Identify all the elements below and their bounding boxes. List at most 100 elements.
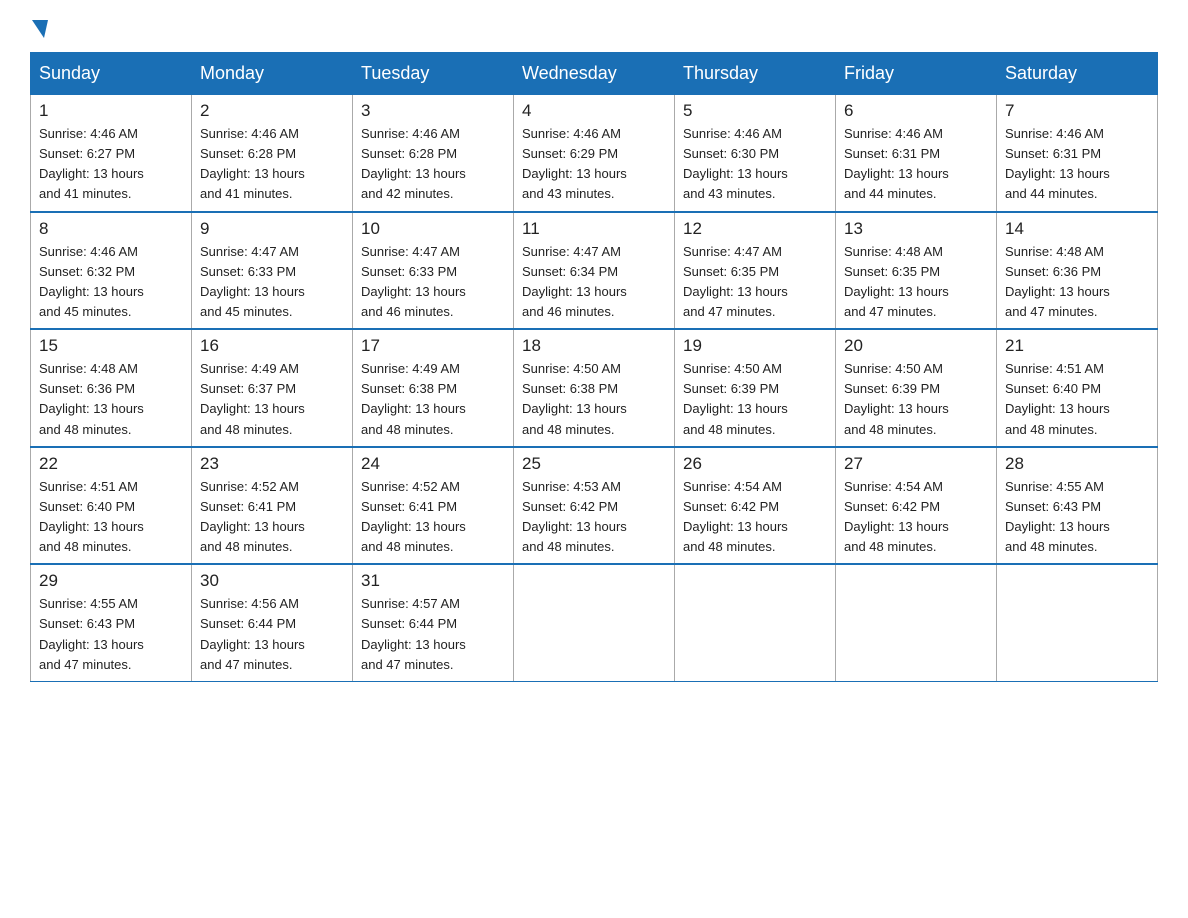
page-header [30,20,1158,34]
day-info: Sunrise: 4:56 AMSunset: 6:44 PMDaylight:… [200,594,344,675]
day-number: 25 [522,454,666,474]
calendar-cell: 22 Sunrise: 4:51 AMSunset: 6:40 PMDayligh… [31,447,192,565]
weekday-header-wednesday: Wednesday [514,53,675,95]
day-number: 31 [361,571,505,591]
day-number: 24 [361,454,505,474]
calendar-cell: 28Sunrise: 4:55 AMSunset: 6:43 PMDayligh… [997,447,1158,565]
calendar-cell: 9 Sunrise: 4:47 AMSunset: 6:33 PMDaylight… [192,212,353,330]
calendar-cell: 13 Sunrise: 4:48 AMSunset: 6:35 PMDayligh… [836,212,997,330]
day-info: Sunrise: 4:50 AMSunset: 6:38 PMDaylight:… [522,359,666,440]
day-info: Sunrise: 4:47 AMSunset: 6:33 PMDaylight:… [361,242,505,323]
day-info: Sunrise: 4:55 AMSunset: 6:43 PMDaylight:… [39,594,183,675]
day-number: 23 [200,454,344,474]
day-info: Sunrise: 4:46 AMSunset: 6:28 PMDaylight:… [200,124,344,205]
calendar-cell: 17Sunrise: 4:49 AMSunset: 6:38 PMDayligh… [353,329,514,447]
weekday-header-saturday: Saturday [997,53,1158,95]
day-info: Sunrise: 4:54 AMSunset: 6:42 PMDaylight:… [844,477,988,558]
day-number: 7 [1005,101,1149,121]
day-number: 29 [39,571,183,591]
day-info: Sunrise: 4:51 AMSunset: 6:40 PMDaylight:… [39,477,183,558]
day-info: Sunrise: 4:54 AMSunset: 6:42 PMDaylight:… [683,477,827,558]
calendar-cell: 7 Sunrise: 4:46 AMSunset: 6:31 PMDaylight… [997,95,1158,212]
day-info: Sunrise: 4:51 AMSunset: 6:40 PMDaylight:… [1005,359,1149,440]
calendar-cell: 12 Sunrise: 4:47 AMSunset: 6:35 PMDayligh… [675,212,836,330]
day-number: 18 [522,336,666,356]
calendar-cell: 14Sunrise: 4:48 AMSunset: 6:36 PMDayligh… [997,212,1158,330]
calendar-cell: 8 Sunrise: 4:46 AMSunset: 6:32 PMDaylight… [31,212,192,330]
weekday-header-sunday: Sunday [31,53,192,95]
calendar-cell [836,564,997,681]
calendar-table: SundayMondayTuesdayWednesdayThursdayFrid… [30,52,1158,682]
day-info: Sunrise: 4:48 AMSunset: 6:36 PMDaylight:… [1005,242,1149,323]
calendar-week-row: 8 Sunrise: 4:46 AMSunset: 6:32 PMDaylight… [31,212,1158,330]
calendar-cell: 19 Sunrise: 4:50 AMSunset: 6:39 PMDayligh… [675,329,836,447]
calendar-cell: 16 Sunrise: 4:49 AMSunset: 6:37 PMDayligh… [192,329,353,447]
day-number: 16 [200,336,344,356]
calendar-week-row: 22 Sunrise: 4:51 AMSunset: 6:40 PMDayligh… [31,447,1158,565]
calendar-week-row: 29 Sunrise: 4:55 AMSunset: 6:43 PMDayligh… [31,564,1158,681]
weekday-header-thursday: Thursday [675,53,836,95]
day-number: 6 [844,101,988,121]
day-number: 19 [683,336,827,356]
day-number: 28 [1005,454,1149,474]
day-info: Sunrise: 4:53 AMSunset: 6:42 PMDaylight:… [522,477,666,558]
day-number: 21 [1005,336,1149,356]
calendar-cell [997,564,1158,681]
day-number: 10 [361,219,505,239]
calendar-cell [675,564,836,681]
day-number: 2 [200,101,344,121]
day-info: Sunrise: 4:46 AMSunset: 6:32 PMDaylight:… [39,242,183,323]
calendar-cell: 3Sunrise: 4:46 AMSunset: 6:28 PMDaylight… [353,95,514,212]
calendar-header-row: SundayMondayTuesdayWednesdayThursdayFrid… [31,53,1158,95]
calendar-cell: 2 Sunrise: 4:46 AMSunset: 6:28 PMDaylight… [192,95,353,212]
day-number: 13 [844,219,988,239]
day-info: Sunrise: 4:48 AMSunset: 6:35 PMDaylight:… [844,242,988,323]
calendar-cell: 5 Sunrise: 4:46 AMSunset: 6:30 PMDaylight… [675,95,836,212]
day-number: 9 [200,219,344,239]
day-info: Sunrise: 4:49 AMSunset: 6:37 PMDaylight:… [200,359,344,440]
day-info: Sunrise: 4:50 AMSunset: 6:39 PMDaylight:… [683,359,827,440]
day-number: 17 [361,336,505,356]
calendar-cell: 10 Sunrise: 4:47 AMSunset: 6:33 PMDayligh… [353,212,514,330]
calendar-cell: 11Sunrise: 4:47 AMSunset: 6:34 PMDayligh… [514,212,675,330]
calendar-cell: 29 Sunrise: 4:55 AMSunset: 6:43 PMDayligh… [31,564,192,681]
day-info: Sunrise: 4:46 AMSunset: 6:27 PMDaylight:… [39,124,183,205]
calendar-cell: 1 Sunrise: 4:46 AMSunset: 6:27 PMDaylight… [31,95,192,212]
day-info: Sunrise: 4:46 AMSunset: 6:28 PMDaylight:… [361,124,505,205]
day-number: 11 [522,219,666,239]
day-info: Sunrise: 4:52 AMSunset: 6:41 PMDaylight:… [361,477,505,558]
calendar-cell: 18 Sunrise: 4:50 AMSunset: 6:38 PMDayligh… [514,329,675,447]
calendar-cell: 27 Sunrise: 4:54 AMSunset: 6:42 PMDayligh… [836,447,997,565]
day-info: Sunrise: 4:57 AMSunset: 6:44 PMDaylight:… [361,594,505,675]
day-info: Sunrise: 4:46 AMSunset: 6:29 PMDaylight:… [522,124,666,205]
day-number: 8 [39,219,183,239]
day-number: 12 [683,219,827,239]
day-number: 22 [39,454,183,474]
weekday-header-monday: Monday [192,53,353,95]
logo-triangle-icon [32,20,48,38]
weekday-header-tuesday: Tuesday [353,53,514,95]
day-info: Sunrise: 4:48 AMSunset: 6:36 PMDaylight:… [39,359,183,440]
day-number: 4 [522,101,666,121]
calendar-cell: 26 Sunrise: 4:54 AMSunset: 6:42 PMDayligh… [675,447,836,565]
day-info: Sunrise: 4:50 AMSunset: 6:39 PMDaylight:… [844,359,988,440]
calendar-cell: 20 Sunrise: 4:50 AMSunset: 6:39 PMDayligh… [836,329,997,447]
day-info: Sunrise: 4:52 AMSunset: 6:41 PMDaylight:… [200,477,344,558]
calendar-cell: 21 Sunrise: 4:51 AMSunset: 6:40 PMDayligh… [997,329,1158,447]
day-number: 5 [683,101,827,121]
day-number: 26 [683,454,827,474]
day-info: Sunrise: 4:46 AMSunset: 6:31 PMDaylight:… [844,124,988,205]
day-number: 27 [844,454,988,474]
calendar-cell [514,564,675,681]
logo [30,20,48,34]
day-info: Sunrise: 4:47 AMSunset: 6:33 PMDaylight:… [200,242,344,323]
day-number: 20 [844,336,988,356]
calendar-cell: 6 Sunrise: 4:46 AMSunset: 6:31 PMDaylight… [836,95,997,212]
calendar-cell: 24 Sunrise: 4:52 AMSunset: 6:41 PMDayligh… [353,447,514,565]
day-info: Sunrise: 4:46 AMSunset: 6:30 PMDaylight:… [683,124,827,205]
calendar-cell: 31 Sunrise: 4:57 AMSunset: 6:44 PMDayligh… [353,564,514,681]
day-info: Sunrise: 4:46 AMSunset: 6:31 PMDaylight:… [1005,124,1149,205]
day-number: 1 [39,101,183,121]
day-info: Sunrise: 4:47 AMSunset: 6:35 PMDaylight:… [683,242,827,323]
calendar-cell: 23 Sunrise: 4:52 AMSunset: 6:41 PMDayligh… [192,447,353,565]
